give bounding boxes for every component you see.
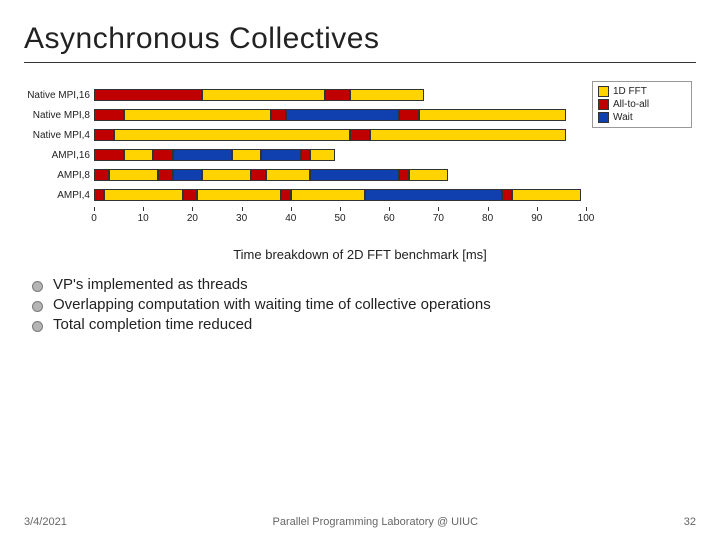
chart-segment [197,189,281,201]
chart-segment [271,109,286,121]
chart-container: 1D FFT All-to-all Wait Native MPI,16 Nati… [24,85,696,262]
chart-segment [94,149,124,161]
chart-segment [202,89,325,101]
chart-segment [94,129,114,141]
axis-tick-label: 70 [433,213,444,224]
axis-tick-label: 90 [531,213,542,224]
bullet-icon [32,301,43,312]
chart-bar [94,129,586,141]
chart-segment [399,109,419,121]
chart-segment [251,169,266,181]
chart-segment [399,169,409,181]
axis-tick-label: 0 [91,213,97,224]
chart-segment [94,169,109,181]
chart-segment [94,89,202,101]
bullet-list: VP's implemented as threads Overlapping … [32,276,696,333]
bullet-icon [32,321,43,332]
bullet-text: Total completion time reduced [53,316,252,333]
chart-segment [370,129,567,141]
legend-swatch-ata [598,99,609,110]
chart-segment [365,189,503,201]
bullet-text: VP's implemented as threads [53,276,248,293]
legend-label: 1D FFT [613,85,647,98]
chart-row-label: AMPI,8 [24,170,90,181]
title-rule [24,62,696,63]
chart-bar [94,169,586,181]
bullet-icon [32,281,43,292]
chart-segment [350,129,370,141]
slide-footer: 3/4/2021 Parallel Programming Laboratory… [24,516,696,528]
footer-date: 3/4/2021 [24,516,67,528]
chart-segment [301,149,311,161]
axis-tick-label: 50 [334,213,345,224]
chart-subtitle: Time breakdown of 2D FFT benchmark [ms] [24,247,696,262]
chart-row-label: Native MPI,8 [24,110,90,121]
chart-segment [173,149,232,161]
chart-bar [94,89,586,101]
chart-segment [409,169,448,181]
chart-row-label: Native MPI,16 [24,90,90,101]
legend-swatch-fft [598,86,609,97]
bullet-text: Overlapping computation with waiting tim… [53,296,491,313]
list-item: Total completion time reduced [32,316,696,333]
axis-tick-label: 30 [236,213,247,224]
chart-segment [310,169,399,181]
chart-row-label: AMPI,4 [24,190,90,201]
chart-row-label: AMPI,16 [24,150,90,161]
chart-segment [266,169,310,181]
chart-segment [281,189,291,201]
axis-tick-label: 80 [482,213,493,224]
chart-bar [94,109,586,121]
axis-tick-label: 40 [285,213,296,224]
chart-segment [158,169,173,181]
chart-segment [502,189,512,201]
chart-segment [261,149,300,161]
chart-bar [94,189,586,201]
chart-segment [94,109,124,121]
chart-segment [183,189,198,201]
footer-page: 32 [684,516,696,528]
legend-swatch-wait [598,112,609,123]
legend-label: All-to-all [613,98,649,111]
chart-row-label: Native MPI,4 [24,130,90,141]
chart-segment [104,189,183,201]
chart-segment [173,169,203,181]
chart-segment [153,149,173,161]
chart-segment [291,189,365,201]
chart-bar [94,149,586,161]
axis-tick-label: 100 [578,213,595,224]
chart-segment [124,109,272,121]
footer-lab: Parallel Programming Laboratory @ UIUC [273,516,479,528]
chart-segment [114,129,350,141]
chart-segment [310,149,335,161]
chart-segment [419,109,567,121]
axis-tick-label: 20 [187,213,198,224]
chart-segment [286,109,399,121]
page-title: Asynchronous Collectives [24,22,696,56]
legend-label: Wait [613,111,633,124]
chart-segment [232,149,262,161]
stacked-bar-chart: 1D FFT All-to-all Wait Native MPI,16Nati… [94,85,586,229]
chart-x-axis: 0102030405060708090100 [94,207,586,229]
chart-segment [512,189,581,201]
chart-segment [94,189,104,201]
chart-segment [202,169,251,181]
chart-segment [350,89,424,101]
axis-tick-label: 60 [384,213,395,224]
chart-segment [109,169,158,181]
list-item: VP's implemented as threads [32,276,696,293]
axis-tick-label: 10 [138,213,149,224]
chart-legend: 1D FFT All-to-all Wait [592,81,692,128]
list-item: Overlapping computation with waiting tim… [32,296,696,313]
chart-segment [325,89,350,101]
chart-segment [124,149,154,161]
